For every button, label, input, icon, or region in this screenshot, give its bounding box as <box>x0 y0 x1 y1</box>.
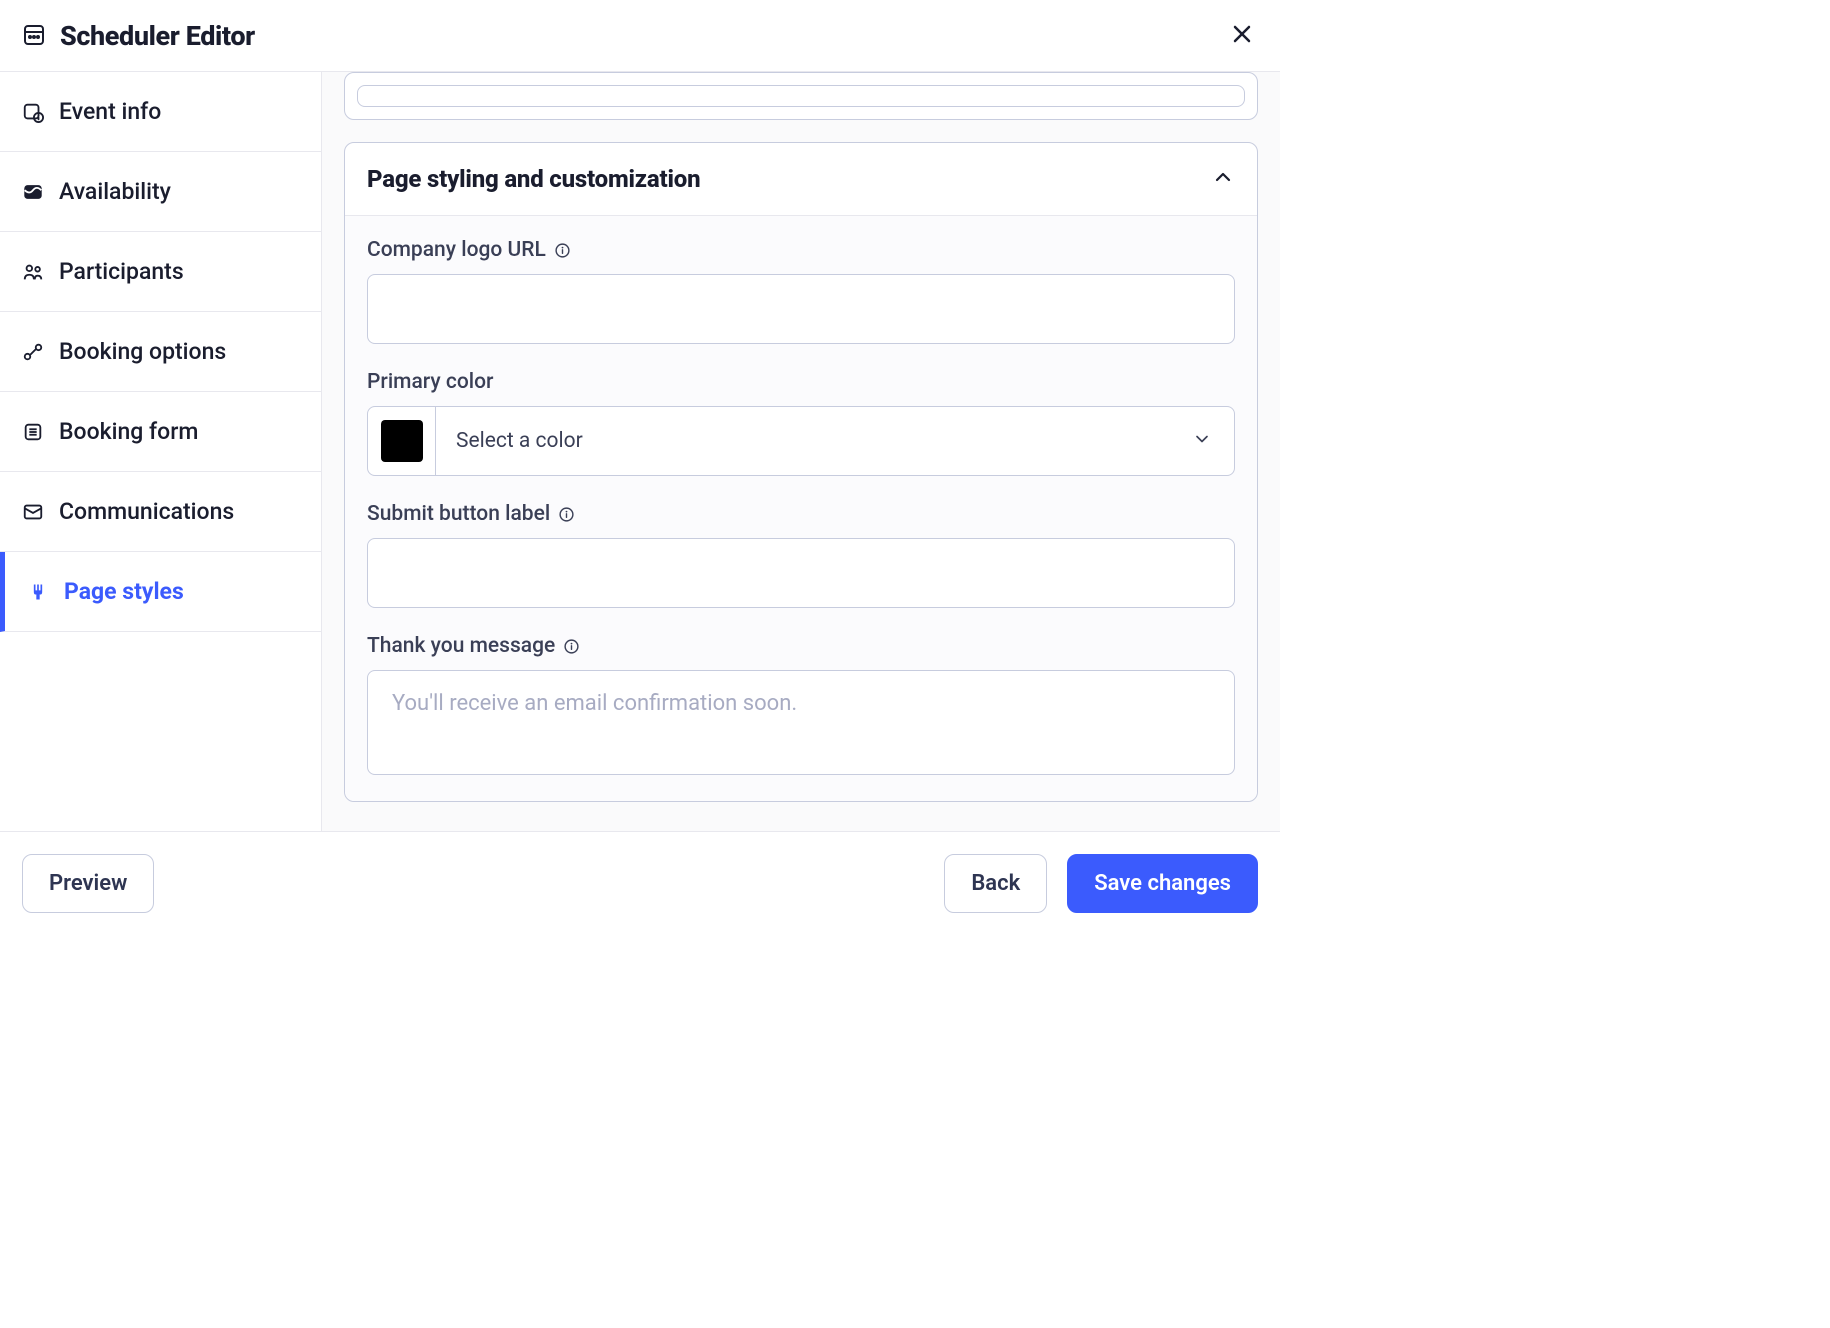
page-styling-card: Page styling and customization Company l… <box>344 142 1258 802</box>
sidebar-item-event-info[interactable]: Event info <box>0 72 321 152</box>
save-button[interactable]: Save changes <box>1067 854 1258 913</box>
page-title: Scheduler Editor <box>60 20 255 52</box>
chevron-up-icon <box>1211 165 1235 193</box>
close-icon <box>1230 34 1254 49</box>
info-icon[interactable] <box>558 506 575 523</box>
company-logo-label: Company logo URL <box>367 238 546 262</box>
page-styles-icon <box>27 581 49 603</box>
submit-button-input[interactable] <box>367 538 1235 608</box>
previous-card-partial <box>344 72 1258 120</box>
sidebar-item-label: Event info <box>59 98 161 125</box>
sidebar-item-availability[interactable]: Availability <box>0 152 321 232</box>
card-header-toggle[interactable]: Page styling and customization <box>345 143 1257 216</box>
back-button[interactable]: Back <box>944 854 1047 913</box>
sidebar-item-label: Participants <box>59 258 184 285</box>
booking-options-icon <box>22 341 44 363</box>
close-button[interactable] <box>1226 18 1258 53</box>
chevron-down-icon <box>1170 429 1234 453</box>
color-swatch <box>381 420 423 462</box>
primary-color-select[interactable]: Select a color <box>367 406 1235 476</box>
sidebar-item-label: Availability <box>59 178 171 205</box>
participants-icon <box>22 261 44 283</box>
calendar-icon <box>22 22 46 50</box>
sidebar-item-page-styles[interactable]: Page styles <box>0 552 321 632</box>
submit-button-label: Submit button label <box>367 502 550 526</box>
sidebar-item-label: Booking form <box>59 418 198 445</box>
card-title: Page styling and customization <box>367 165 700 193</box>
info-icon[interactable] <box>554 242 571 259</box>
app-header: Scheduler Editor <box>0 0 1280 72</box>
sidebar-item-label: Booking options <box>59 338 226 365</box>
sidebar-item-label: Communications <box>59 498 234 525</box>
preview-button[interactable]: Preview <box>22 854 154 913</box>
thank-you-label: Thank you message <box>367 634 555 658</box>
availability-icon <box>22 181 44 203</box>
color-select-text: Select a color <box>436 429 1170 453</box>
communications-icon <box>22 501 44 523</box>
color-swatch-box <box>368 407 436 475</box>
sidebar-item-communications[interactable]: Communications <box>0 472 321 552</box>
event-info-icon <box>22 101 44 123</box>
sidebar: Event info Availability <box>0 72 322 831</box>
sidebar-item-booking-options[interactable]: Booking options <box>0 312 321 392</box>
sidebar-item-label: Page styles <box>64 578 184 605</box>
thank-you-textarea[interactable] <box>367 670 1235 775</box>
booking-form-icon <box>22 421 44 443</box>
content-area: Page styling and customization Company l… <box>322 72 1280 831</box>
sidebar-item-participants[interactable]: Participants <box>0 232 321 312</box>
footer: Preview Back Save changes <box>0 831 1280 935</box>
info-icon[interactable] <box>563 638 580 655</box>
company-logo-input[interactable] <box>367 274 1235 344</box>
primary-color-label: Primary color <box>367 370 493 394</box>
sidebar-item-booking-form[interactable]: Booking form <box>0 392 321 472</box>
